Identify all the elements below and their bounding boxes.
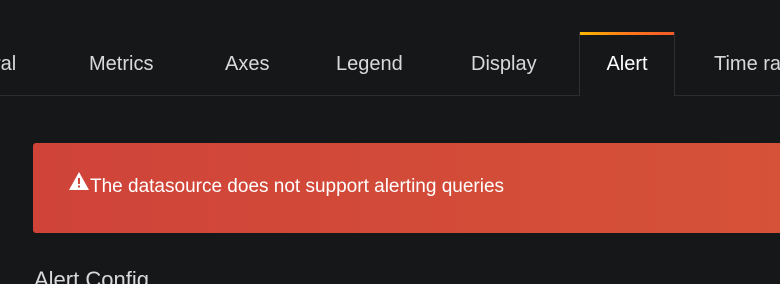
tab-alert[interactable]: Alert — [579, 32, 675, 96]
tab-display[interactable]: Display — [471, 52, 537, 76]
alert-message: The datasource does not support alerting… — [90, 176, 505, 197]
tab-axes[interactable]: Axes — [225, 52, 269, 76]
section-heading-alert-config: Alert Config — [34, 267, 149, 284]
tab-legend[interactable]: Legend — [336, 52, 403, 76]
panel-editor: ral Metrics Axes Legend Display Alert Ti… — [0, 0, 780, 284]
tab-metrics[interactable]: Metrics — [89, 52, 153, 76]
warning-icon — [68, 171, 90, 191]
tab-time-range[interactable]: Time ra — [714, 52, 780, 76]
editor-tab-bar: ral Metrics Axes Legend Display Alert Ti… — [0, 0, 780, 96]
alert-error-banner: The datasource does not support alerting… — [33, 143, 780, 233]
tab-alert-label: Alert — [606, 53, 648, 75]
tab-general[interactable]: ral — [0, 52, 16, 76]
active-tab-indicator — [580, 32, 674, 35]
